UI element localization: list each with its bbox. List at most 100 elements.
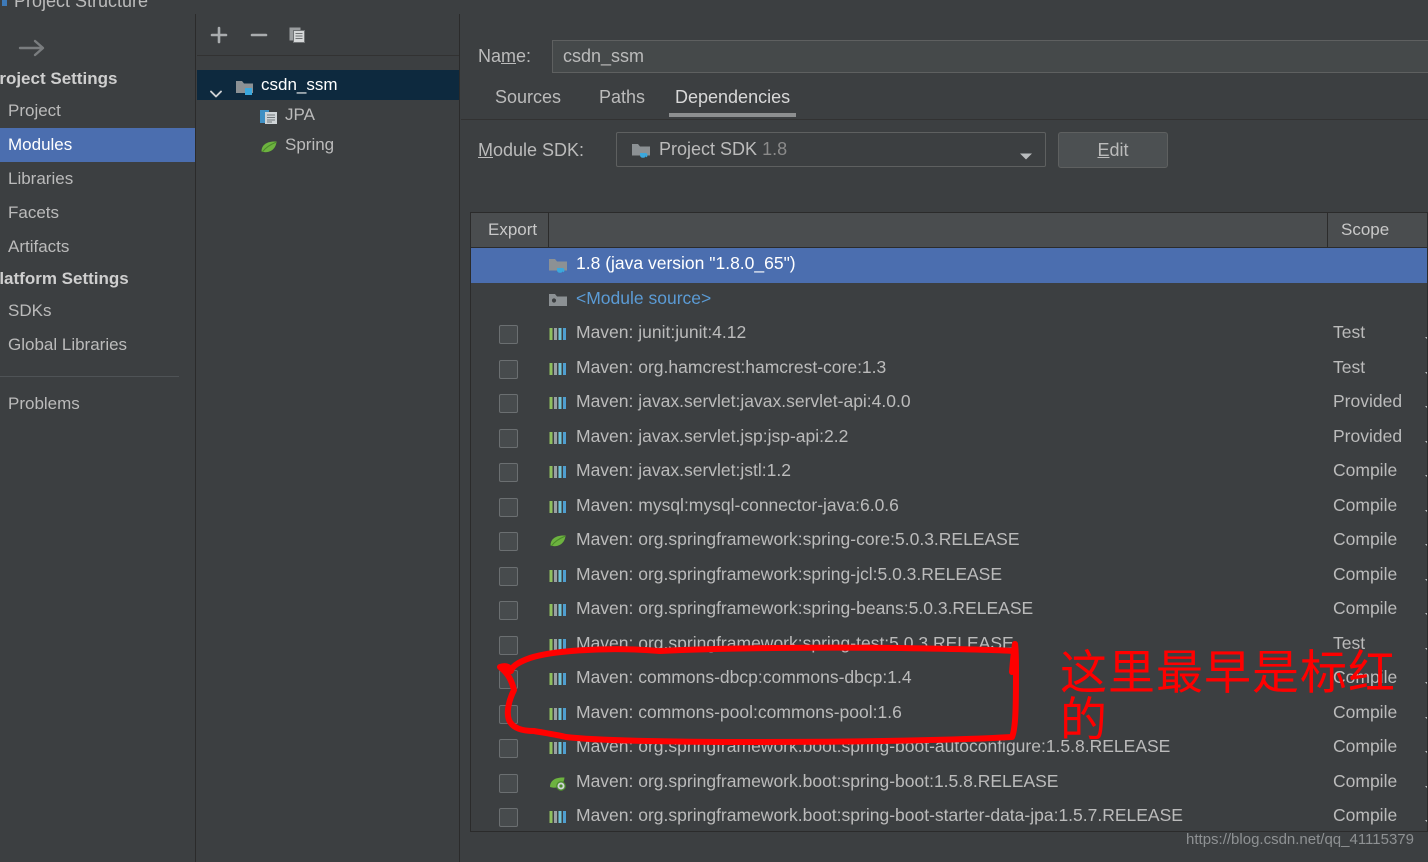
export-checkbox[interactable] — [499, 635, 518, 655]
tree-node-csdn-ssm[interactable]: csdn_ssm — [197, 70, 459, 100]
column-header-scope[interactable]: Scope — [1327, 213, 1427, 247]
tab-paths[interactable]: Paths — [593, 76, 651, 120]
back-arrow-icon[interactable] — [16, 38, 50, 58]
tree-node-jpa[interactable]: JPA — [197, 100, 459, 130]
export-checkbox[interactable] — [499, 670, 518, 689]
scope-value[interactable]: Provided — [1333, 426, 1402, 447]
chevron-down-icon[interactable] — [1424, 366, 1427, 384]
export-checkbox[interactable] — [499, 532, 518, 551]
table-row[interactable]: Maven: org.springframework.boot:spring-b… — [471, 800, 1427, 831]
chevron-down-icon[interactable] — [1424, 435, 1427, 453]
chevron-down-icon[interactable] — [1424, 331, 1427, 349]
table-row[interactable]: Maven: javax.servlet:jstl:1.2 Compile — [471, 455, 1427, 490]
tree-node-label: csdn_ssm — [261, 75, 338, 94]
export-checkbox[interactable] — [499, 808, 518, 827]
table-row[interactable]: Maven: org.springframework:spring-jcl:5.… — [471, 559, 1427, 594]
table-row[interactable]: Maven: org.springframework.boot:spring-b… — [471, 731, 1427, 766]
chevron-down-icon[interactable] — [1424, 814, 1427, 831]
sidebar-item-modules[interactable]: Modules — [0, 128, 195, 162]
chevron-down-icon[interactable] — [1424, 400, 1427, 418]
chevron-down-icon[interactable] — [1424, 469, 1427, 487]
scope-value[interactable]: Compile — [1333, 598, 1397, 619]
column-header-export[interactable]: Export — [471, 213, 549, 247]
module-sdk-combobox[interactable]: Project SDK 1.8 — [616, 132, 1046, 167]
scope-value[interactable]: Compile — [1333, 460, 1397, 481]
sidebar-item-facets[interactable]: Facets — [0, 196, 195, 230]
maven-library-icon — [548, 705, 568, 728]
table-row[interactable]: Maven: org.hamcrest:hamcrest-core:1.3 Tes… — [471, 352, 1427, 387]
scope-value[interactable]: Compile — [1333, 702, 1397, 723]
sidebar-item-project[interactable]: Project — [0, 94, 195, 128]
scope-value[interactable]: Test — [1333, 633, 1365, 654]
copy-button[interactable] — [283, 22, 311, 48]
export-checkbox[interactable] — [499, 739, 518, 758]
table-row[interactable]: Maven: org.springframework:spring-beans:… — [471, 593, 1427, 628]
chevron-down-icon[interactable] — [1424, 504, 1427, 522]
scope-value[interactable]: Compile — [1333, 495, 1397, 516]
table-row[interactable]: Maven: mysql:mysql-connector-java:6.0.6 C… — [471, 490, 1427, 525]
sidebar-item-global-libraries[interactable]: Global Libraries — [0, 328, 195, 362]
export-checkbox[interactable] — [499, 394, 518, 413]
sidebar-item-libraries[interactable]: Libraries — [0, 162, 195, 196]
export-checkbox[interactable] — [499, 428, 518, 448]
export-checkbox[interactable] — [499, 359, 518, 379]
edit-sdk-button[interactable]: Edit — [1058, 132, 1168, 168]
tab-dependencies[interactable]: Dependencies — [669, 76, 797, 120]
export-checkbox[interactable] — [499, 497, 518, 517]
export-checkbox[interactable] — [499, 704, 518, 724]
chevron-down-icon[interactable] — [1424, 607, 1427, 625]
dependency-name: Maven: junit:junit:4.12 — [576, 322, 747, 342]
scope-value[interactable]: Provided — [1333, 391, 1402, 412]
remove-button[interactable] — [245, 22, 273, 48]
add-button[interactable] — [205, 22, 233, 48]
chevron-down-icon[interactable] — [1424, 780, 1427, 798]
table-row[interactable]: Maven: javax.servlet.jsp:jsp-api:2.2 Prov… — [471, 421, 1427, 456]
chevron-down-icon[interactable] — [1424, 642, 1427, 660]
maven-library-icon — [548, 463, 568, 486]
table-row[interactable]: Maven: commons-dbcp:commons-dbcp:1.4 Comp… — [471, 662, 1427, 697]
tree-node-spring[interactable]: Spring — [197, 130, 459, 160]
scope-value[interactable]: Test — [1333, 357, 1365, 378]
dependency-name: Maven: org.springframework:spring-jcl:5.… — [576, 563, 1003, 584]
scope-value[interactable]: Compile — [1333, 736, 1397, 757]
export-checkbox[interactable] — [499, 325, 518, 344]
chevron-down-icon[interactable] — [1019, 148, 1033, 166]
scope-value[interactable]: Compile — [1333, 771, 1397, 792]
module-sdk-value: Project SDK 1.8 — [659, 139, 787, 160]
table-row[interactable]: Maven: junit:junit:4.12 Test — [471, 317, 1427, 352]
spring-leaf-icon — [548, 532, 568, 555]
sidebar-item-problems[interactable]: Problems — [0, 387, 195, 421]
table-row[interactable]: Maven: org.springframework:spring-test:5… — [471, 628, 1427, 663]
table-row[interactable]: Maven: commons-pool:commons-pool:1.6 Comp… — [471, 697, 1427, 732]
dependencies-table-header: Export Scope — [471, 213, 1427, 248]
scope-value[interactable]: Compile — [1333, 667, 1397, 688]
maven-library-icon — [548, 567, 568, 590]
chevron-down-icon[interactable] — [1424, 711, 1427, 729]
chevron-down-icon[interactable] — [1424, 745, 1427, 763]
module-name-input[interactable] — [552, 40, 1428, 73]
table-row[interactable]: Maven: org.springframework:spring-core:5… — [471, 524, 1427, 559]
dependency-name: Maven: org.springframework:spring-beans:… — [576, 598, 1034, 618]
export-checkbox[interactable] — [499, 601, 518, 620]
chevron-down-icon[interactable] — [1424, 538, 1427, 556]
export-checkbox[interactable] — [499, 773, 518, 793]
dependency-name: Maven: javax.servlet.jsp:jsp-api:2.2 — [576, 425, 849, 446]
chevron-down-icon[interactable] — [1424, 676, 1427, 694]
scope-value[interactable]: Compile — [1333, 564, 1397, 585]
table-row[interactable]: Maven: javax.servlet:javax.servlet-api:4… — [471, 386, 1427, 421]
scope-value[interactable]: Compile — [1333, 805, 1397, 826]
tab-sources[interactable]: Sources — [489, 76, 567, 120]
settings-sidebar: Project Settings Project Modules Librari… — [0, 14, 196, 862]
table-row[interactable]: 1.8 (java version "1.8.0_65") — [471, 248, 1427, 283]
export-checkbox[interactable] — [499, 566, 518, 586]
scope-value[interactable]: Compile — [1333, 529, 1397, 550]
sidebar-item-sdks[interactable]: SDKs — [0, 294, 195, 328]
scope-value[interactable]: Test — [1333, 322, 1365, 343]
table-row[interactable]: <Module source> — [471, 283, 1427, 318]
sidebar-header — [0, 14, 195, 64]
chevron-down-icon[interactable] — [1424, 573, 1427, 591]
table-row[interactable]: Maven: org.springframework.boot:spring-b… — [471, 766, 1427, 801]
sidebar-item-artifacts[interactable]: Artifacts — [0, 230, 195, 264]
export-checkbox[interactable] — [499, 463, 518, 482]
jdk-folder-icon — [548, 256, 569, 280]
